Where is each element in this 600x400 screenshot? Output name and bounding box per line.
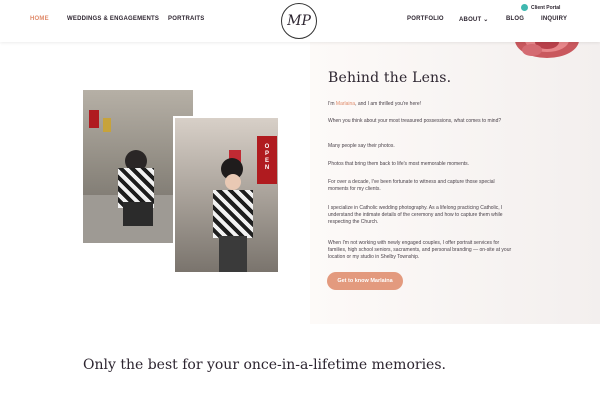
client-portal-icon xyxy=(521,4,528,11)
about-paragraph: Photos that bring them back to life's mo… xyxy=(328,161,470,167)
nav-inquiry[interactable]: INQUIRY xyxy=(541,16,567,22)
about-title: Behind the Lens. xyxy=(328,70,452,86)
nav-weddings-engagements[interactable]: WEDDINGS & ENGAGEMENTS xyxy=(67,16,159,22)
section-heading: Only the best for your once-in-a-lifetim… xyxy=(83,357,446,373)
get-to-know-button[interactable]: Get to know Marlaina xyxy=(327,272,403,290)
nav-portraits[interactable]: PORTRAITS xyxy=(168,16,204,22)
nav-home[interactable]: HOME xyxy=(30,16,49,22)
intro-name-link[interactable]: Marlaina xyxy=(336,101,355,107)
about-paragraph: Many people say their photos. xyxy=(328,143,395,149)
site-header: HOME WEDDINGS & ENGAGEMENTS PORTRAITS MP… xyxy=(0,0,600,42)
site-logo[interactable]: MP xyxy=(281,3,317,39)
nav-blog[interactable]: BLOG xyxy=(506,16,524,22)
nav-portfolio[interactable]: PORTFOLIO xyxy=(407,16,444,22)
nav-about[interactable]: ABOUT ⌄ xyxy=(459,16,488,23)
about-paragraph: When I'm not working with newly engaged … xyxy=(328,240,512,260)
about-paragraph: For over a decade, I've been fortunate t… xyxy=(328,179,495,192)
about-intro: I'm Marlaina, and I am thrilled you're h… xyxy=(328,101,513,108)
about-paragraph: When you think about your most treasured… xyxy=(328,118,502,124)
nav-about-label: ABOUT xyxy=(459,17,482,23)
chevron-down-icon: ⌄ xyxy=(483,17,489,23)
intro-prefix: I'm xyxy=(328,101,336,107)
about-paragraph: I specialize in Catholic wedding photogr… xyxy=(328,205,503,225)
logo-initials: MP xyxy=(287,13,311,29)
intro-suffix: , and I am thrilled you're here! xyxy=(355,101,422,107)
photographer-photo-standing: OPEN xyxy=(173,116,280,274)
client-portal-link[interactable]: Client Portal xyxy=(521,4,560,11)
client-portal-label: Client Portal xyxy=(531,4,561,11)
